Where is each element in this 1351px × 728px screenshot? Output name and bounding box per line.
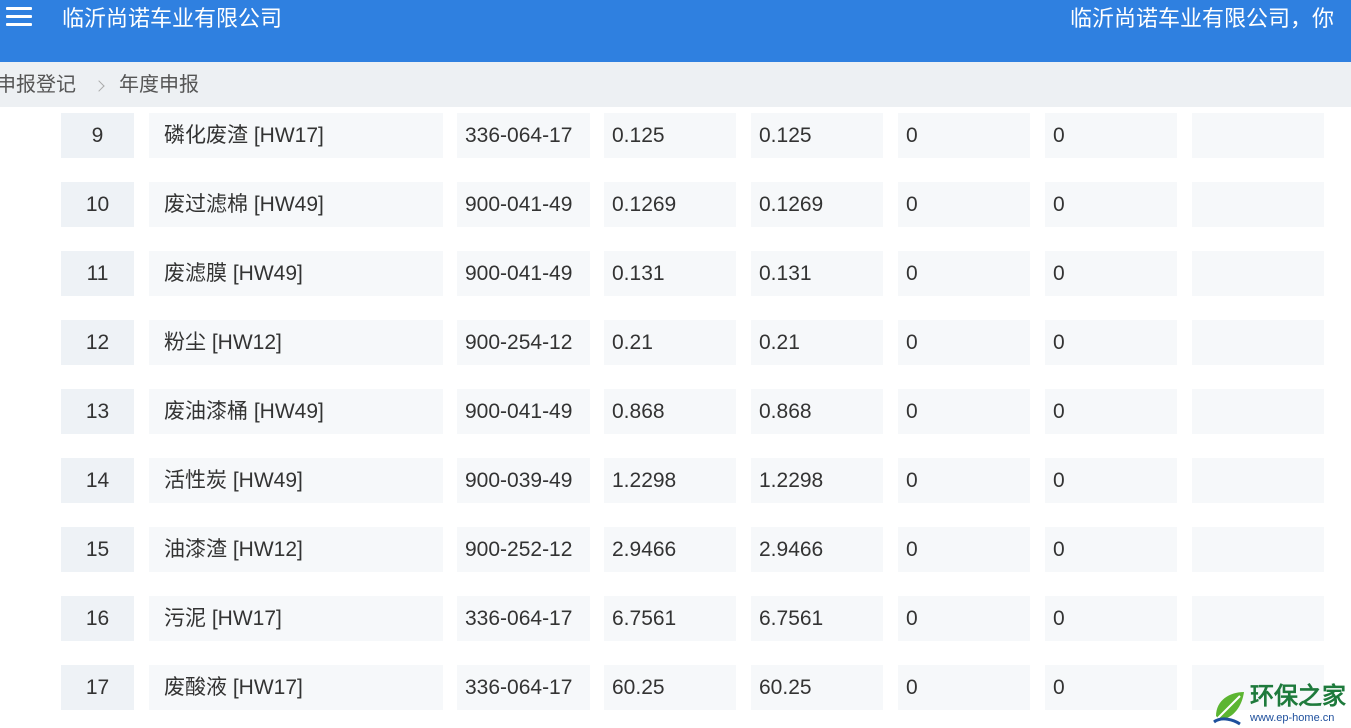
chevron-right-icon <box>93 80 105 92</box>
waste-name: 废酸液 [HW17] <box>149 665 443 710</box>
waste-name: 废过滤棉 [HW49] <box>149 182 443 227</box>
waste-code: 900-041-49 <box>457 182 590 227</box>
remark-field[interactable] <box>1192 320 1324 365</box>
amount-field[interactable]: 2.9466 <box>604 527 736 572</box>
remark-field[interactable] <box>1192 113 1324 158</box>
amount-field[interactable]: 6.7561 <box>751 596 883 641</box>
waste-code: 336-064-17 <box>457 113 590 158</box>
row-index: 16 <box>61 596 134 641</box>
row-index: 12 <box>61 320 134 365</box>
watermark-url: www.ep-home.cn <box>1250 712 1335 724</box>
row-index: 11 <box>61 251 134 296</box>
waste-code: 900-039-49 <box>457 458 590 503</box>
amount-field[interactable]: 0.131 <box>751 251 883 296</box>
amount-field[interactable]: 0.21 <box>604 320 736 365</box>
waste-name: 废油漆桶 [HW49] <box>149 389 443 434</box>
amount-field[interactable]: 0 <box>1045 665 1177 710</box>
remark-field[interactable] <box>1192 596 1324 641</box>
waste-name: 粉尘 [HW12] <box>149 320 443 365</box>
waste-code: 336-064-17 <box>457 596 590 641</box>
row-index: 14 <box>61 458 134 503</box>
amount-field[interactable]: 0 <box>898 113 1030 158</box>
amount-field[interactable]: 0 <box>898 665 1030 710</box>
amount-field[interactable]: 60.25 <box>751 665 883 710</box>
amount-field[interactable]: 1.2298 <box>604 458 736 503</box>
table-row: 17 废酸液 [HW17] 336-064-17 60.25 60.25 0 0 <box>0 665 1351 710</box>
table-row: 9 磷化废渣 [HW17] 336-064-17 0.125 0.125 0 0 <box>0 113 1351 158</box>
row-index: 9 <box>61 113 134 158</box>
waste-code: 900-041-49 <box>457 251 590 296</box>
row-index: 13 <box>61 389 134 434</box>
table-row: 13 废油漆桶 [HW49] 900-041-49 0.868 0.868 0 … <box>0 389 1351 434</box>
user-welcome-text[interactable]: 临沂尚诺车业有限公司，你 <box>1070 5 1334 33</box>
waste-name: 活性炭 [HW49] <box>149 458 443 503</box>
table-row: 12 粉尘 [HW12] 900-254-12 0.21 0.21 0 0 <box>0 320 1351 365</box>
amount-field[interactable]: 0.1269 <box>751 182 883 227</box>
remark-field[interactable] <box>1192 251 1324 296</box>
waste-code: 900-041-49 <box>457 389 590 434</box>
amount-field[interactable]: 0.868 <box>604 389 736 434</box>
waste-name: 磷化废渣 [HW17] <box>149 113 443 158</box>
waste-code: 900-252-12 <box>457 527 590 572</box>
amount-field[interactable]: 0 <box>898 527 1030 572</box>
row-index: 17 <box>61 665 134 710</box>
amount-field[interactable]: 0 <box>1045 182 1177 227</box>
app-title: 临沂尚诺车业有限公司 <box>62 6 283 31</box>
amount-field[interactable]: 0 <box>898 389 1030 434</box>
row-index: 10 <box>61 182 134 227</box>
table-row: 14 活性炭 [HW49] 900-039-49 1.2298 1.2298 0… <box>0 458 1351 503</box>
waste-name: 污泥 [HW17] <box>149 596 443 641</box>
amount-field[interactable]: 60.25 <box>604 665 736 710</box>
waste-code: 336-064-17 <box>457 665 590 710</box>
amount-field[interactable]: 0 <box>898 182 1030 227</box>
breadcrumb-item-declaration-registration[interactable]: 申报登记 <box>0 73 76 97</box>
waste-name: 废滤膜 [HW49] <box>149 251 443 296</box>
amount-field[interactable]: 0 <box>1045 458 1177 503</box>
remark-field[interactable] <box>1192 389 1324 434</box>
amount-field[interactable]: 0 <box>1045 251 1177 296</box>
waste-name: 油漆渣 [HW12] <box>149 527 443 572</box>
amount-field[interactable]: 0 <box>898 251 1030 296</box>
amount-field[interactable]: 0.21 <box>751 320 883 365</box>
amount-field[interactable]: 0 <box>898 458 1030 503</box>
amount-field[interactable]: 0.1269 <box>604 182 736 227</box>
amount-field[interactable]: 0.125 <box>604 113 736 158</box>
amount-field[interactable]: 0 <box>1045 527 1177 572</box>
breadcrumb-item-annual-declaration: 年度申报 <box>119 74 199 96</box>
hamburger-menu-icon[interactable] <box>6 2 34 30</box>
amount-field[interactable]: 0 <box>1045 320 1177 365</box>
amount-field[interactable]: 0.868 <box>751 389 883 434</box>
amount-field[interactable]: 0 <box>1045 596 1177 641</box>
amount-field[interactable]: 0 <box>898 596 1030 641</box>
amount-field[interactable]: 0 <box>1045 113 1177 158</box>
table-row: 16 污泥 [HW17] 336-064-17 6.7561 6.7561 0 … <box>0 596 1351 641</box>
amount-field[interactable]: 0 <box>1045 389 1177 434</box>
amount-field[interactable]: 6.7561 <box>604 596 736 641</box>
leaf-logo-icon <box>1213 692 1244 726</box>
top-header: 临沂尚诺车业有限公司 临沂尚诺车业有限公司，你 <box>0 0 1351 62</box>
remark-field[interactable] <box>1192 182 1324 227</box>
watermark-logo: 环保之家 www.ep-home.cn <box>1210 682 1351 728</box>
amount-field[interactable]: 0 <box>898 320 1030 365</box>
amount-field[interactable]: 0.131 <box>604 251 736 296</box>
amount-field[interactable]: 0.125 <box>751 113 883 158</box>
amount-field[interactable]: 1.2298 <box>751 458 883 503</box>
waste-code: 900-254-12 <box>457 320 590 365</box>
table-row: 11 废滤膜 [HW49] 900-041-49 0.131 0.131 0 0 <box>0 251 1351 296</box>
table-row: 10 废过滤棉 [HW49] 900-041-49 0.1269 0.1269 … <box>0 182 1351 227</box>
table-row: 15 油漆渣 [HW12] 900-252-12 2.9466 2.9466 0… <box>0 527 1351 572</box>
remark-field[interactable] <box>1192 458 1324 503</box>
row-index: 15 <box>61 527 134 572</box>
remark-field[interactable] <box>1192 527 1324 572</box>
waste-table: 9 磷化废渣 [HW17] 336-064-17 0.125 0.125 0 0… <box>0 107 1351 728</box>
breadcrumb: 申报登记 年度申报 <box>0 62 1351 107</box>
amount-field[interactable]: 2.9466 <box>751 527 883 572</box>
watermark-name: 环保之家 <box>1250 683 1346 710</box>
